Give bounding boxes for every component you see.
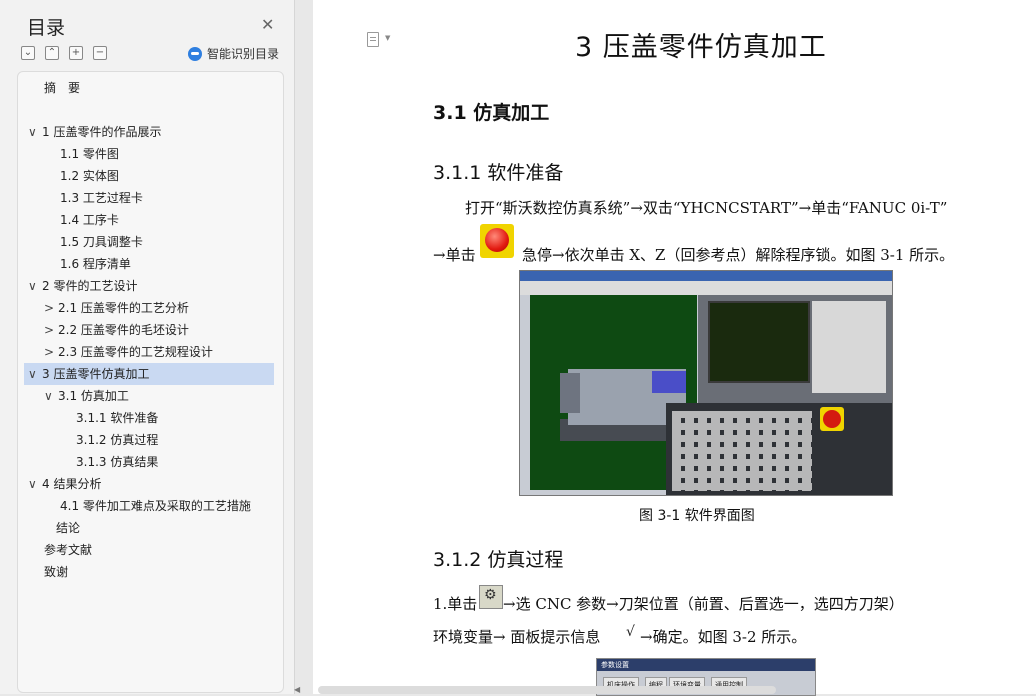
toc-item-label: 1 压盖零件的作品展示 (42, 125, 162, 139)
toc-item[interactable]: >2.2 压盖零件的毛坯设计 (44, 319, 189, 341)
chevron-right-icon[interactable]: > (44, 297, 58, 319)
toc-item-label: 4.1 零件加工难点及采取的工艺措施 (60, 499, 251, 513)
toc-item[interactable]: >2.3 压盖零件的工艺规程设计 (44, 341, 213, 363)
expand-up-icon[interactable]: ⌃ (45, 46, 59, 60)
section-title: 3.1 仿真加工 (433, 102, 550, 124)
software-screenshot-figure (519, 270, 893, 496)
toc-item-label: 2 零件的工艺设计 (42, 279, 138, 293)
add-icon[interactable]: + (69, 46, 83, 60)
toc-item-label: 1.6 程序清单 (60, 257, 131, 271)
toc-item-label: 3.1.3 仿真结果 (76, 455, 159, 469)
paragraph-1-line-2a: →单击 (433, 246, 476, 264)
toc-item[interactable]: 3.1.3 仿真结果 (76, 451, 158, 473)
paragraph-2-line-2b: →确定。如图 3-2 所示。 (640, 628, 807, 646)
emergency-stop-icon (480, 224, 514, 258)
toc-item-label: 1.4 工序卡 (60, 213, 119, 227)
toc-item[interactable]: ∨ 4 结果分析 (28, 473, 101, 495)
chevron-down-icon[interactable]: ∨ (28, 363, 42, 385)
dialog-title: 参数设置 (601, 661, 629, 669)
parameter-settings-icon (479, 585, 503, 609)
toc-item[interactable]: 1.5 刀具调整卡 (60, 231, 143, 253)
toc-item[interactable]: 3.1.2 仿真过程 (76, 429, 158, 451)
toc-item-label: 1.1 零件图 (60, 147, 119, 161)
paragraph-2-line-1a: 1.单击 (433, 595, 478, 613)
horizontal-scrollbar[interactable] (318, 686, 776, 694)
toc-toolbar: ⌄ ⌃ + − (21, 46, 107, 60)
subsection-title-1: 3.1.1 软件准备 (433, 162, 564, 184)
figure-caption: 图 3-1 软件界面图 (639, 508, 755, 524)
toc-item[interactable]: 1.6 程序清单 (60, 253, 131, 275)
toc-item-label: 致谢 (44, 565, 69, 579)
toc-item-label: 2.3 压盖零件的工艺规程设计 (58, 345, 213, 359)
toc-item[interactable]: ∨ 1 压盖零件的作品展示 (28, 121, 161, 143)
paragraph-1-line-1: 打开“斯沃数控仿真系统”→双击“YHCNCSTART”→单击“FANUC 0i-… (465, 199, 948, 217)
smart-toc-button[interactable]: 智能识别目录 (188, 45, 279, 62)
toc-item[interactable]: 1.4 工序卡 (60, 209, 119, 231)
toc-item[interactable]: >2.1 压盖零件的工艺分析 (44, 297, 189, 319)
chevron-down-icon[interactable]: ▼ (385, 34, 390, 42)
toc-item-label: 3.1 仿真加工 (58, 389, 129, 403)
toc-panel: 目录 ✕ ⌄ ⌃ + − 智能识别目录 摘 要 ∨ 1 压盖零件的作品展示 1.1 零… (0, 0, 295, 694)
scroll-left-icon[interactable]: ◀ (294, 685, 300, 694)
checkmark-icon: √ (626, 624, 635, 640)
toc-item[interactable]: 致谢 (44, 561, 68, 583)
toc-item-label: 摘 要 (44, 81, 81, 95)
toc-item[interactable]: 参考文献 (44, 539, 92, 561)
smart-toc-icon (188, 46, 202, 61)
toc-item-label: 3.1.1 软件准备 (76, 411, 159, 425)
toc-item-label: 1.3 工艺过程卡 (60, 191, 143, 205)
document-page: ▼ 3 压盖零件仿真加工 3.1 仿真加工 3.1.1 软件准备 打开“斯沃数控… (313, 0, 1036, 696)
toc-item[interactable]: ∨ 3.1 仿真加工 (44, 385, 129, 407)
toc-item[interactable]: 1.3 工艺过程卡 (60, 187, 143, 209)
chevron-right-icon[interactable]: > (44, 341, 58, 363)
paragraph-2-line-1b: →选 CNC 参数→刀架位置（前置、后置选一，选四方刀架） (503, 595, 904, 613)
toc-item[interactable]: 4.1 零件加工难点及采取的工艺措施 (60, 495, 251, 517)
toc-item-label: 参考文献 (44, 543, 93, 557)
minus-icon[interactable]: − (93, 46, 107, 60)
toc-item[interactable]: 摘 要 (44, 77, 80, 99)
toc-item[interactable]: 1.2 实体图 (60, 165, 119, 187)
chevron-down-icon[interactable]: ∨ (28, 275, 42, 297)
toc-item[interactable]: ∨ 2 零件的工艺设计 (28, 275, 137, 297)
chevron-right-icon[interactable]: > (44, 319, 58, 341)
toc-item-label: 3 压盖零件仿真加工 (42, 367, 150, 381)
toc-item-label: 4 结果分析 (42, 477, 102, 491)
toc-item-label: 3.1.2 仿真过程 (76, 433, 159, 447)
collapse-all-icon[interactable]: ⌄ (21, 46, 35, 60)
toc-item[interactable]: 结论 (56, 517, 80, 539)
chevron-down-icon[interactable]: ∨ (44, 385, 58, 407)
toc-item-label: 2.1 压盖零件的工艺分析 (58, 301, 189, 315)
smart-toc-label: 智能识别目录 (207, 47, 280, 61)
toc-item-label: 结论 (56, 521, 81, 535)
paragraph-1-line-2b: 急停→依次单击 X、Z（回参考点）解除程序锁。如图 3-1 所示。 (522, 246, 955, 264)
toc-item-label: 1.2 实体图 (60, 169, 119, 183)
toc-item[interactable]: ∨ 3 压盖零件仿真加工 (28, 363, 149, 385)
toc-item[interactable]: 3.1.1 软件准备 (76, 407, 158, 429)
toc-item[interactable]: 1.1 零件图 (60, 143, 119, 165)
chevron-down-icon[interactable]: ∨ (28, 121, 42, 143)
document-icon[interactable] (367, 32, 379, 47)
toc-item-label: 1.5 刀具调整卡 (60, 235, 143, 249)
subsection-title-2: 3.1.2 仿真过程 (433, 549, 564, 571)
chevron-down-icon[interactable]: ∨ (28, 473, 42, 495)
toc-title: 目录 (27, 17, 66, 39)
toc-item-label: 2.2 压盖零件的毛坯设计 (58, 323, 189, 337)
close-icon[interactable]: ✕ (261, 15, 274, 34)
paragraph-2-line-2: 环境变量→ 面板提示信息 (433, 628, 601, 646)
chapter-title: 3 压盖零件仿真加工 (575, 32, 827, 63)
